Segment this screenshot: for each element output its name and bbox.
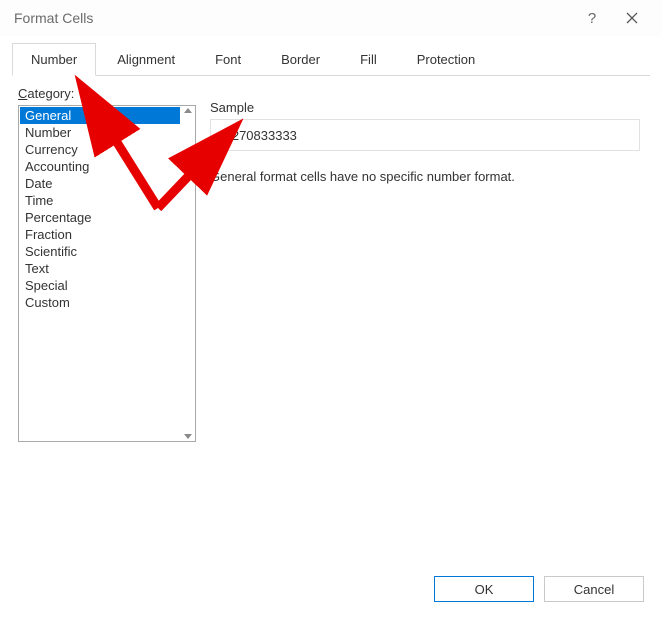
close-button[interactable] [612,3,652,33]
sample-display: 0.270833333 [210,119,640,151]
category-item-number[interactable]: Number [20,124,180,141]
tab-fill[interactable]: Fill [341,43,396,76]
category-listbox[interactable]: GeneralNumberCurrencyAccountingDateTimeP… [18,105,196,442]
category-item-text[interactable]: Text [20,260,180,277]
category-item-scientific[interactable]: Scientific [20,243,180,260]
format-description: General format cells have no specific nu… [210,169,648,184]
category-column: Category: GeneralNumberCurrencyAccountin… [18,86,196,442]
category-item-fraction[interactable]: Fraction [20,226,180,243]
help-button[interactable]: ? [572,3,612,33]
dialog-title: Format Cells [14,10,572,26]
tab-protection[interactable]: Protection [398,43,495,76]
tab-border[interactable]: Border [262,43,339,76]
scroll-up-icon[interactable] [184,108,192,113]
category-item-time[interactable]: Time [20,192,180,209]
sample-label: Sample [210,100,648,115]
category-item-date[interactable]: Date [20,175,180,192]
dialog-buttons: OK Cancel [434,576,644,602]
help-icon: ? [588,10,596,27]
titlebar: Format Cells ? [0,0,662,36]
category-item-accounting[interactable]: Accounting [20,158,180,175]
scroll-down-icon[interactable] [184,434,192,439]
category-label: Category: [18,86,196,101]
close-icon [625,11,639,25]
tab-strip: NumberAlignmentFontBorderFillProtection [12,36,650,76]
category-item-percentage[interactable]: Percentage [20,209,180,226]
details-column: Sample 0.270833333 General format cells … [210,86,648,442]
cancel-button[interactable]: Cancel [544,576,644,602]
tab-font[interactable]: Font [196,43,260,76]
category-item-currency[interactable]: Currency [20,141,180,158]
category-item-custom[interactable]: Custom [20,294,180,311]
sample-value: 0.270833333 [221,128,297,143]
category-item-general[interactable]: General [20,107,180,124]
listbox-scrollbar[interactable] [181,106,195,441]
content-area: Category: GeneralNumberCurrencyAccountin… [0,76,662,442]
tab-number[interactable]: Number [12,43,96,76]
ok-button[interactable]: OK [434,576,534,602]
category-item-special[interactable]: Special [20,277,180,294]
tab-alignment[interactable]: Alignment [98,43,194,76]
